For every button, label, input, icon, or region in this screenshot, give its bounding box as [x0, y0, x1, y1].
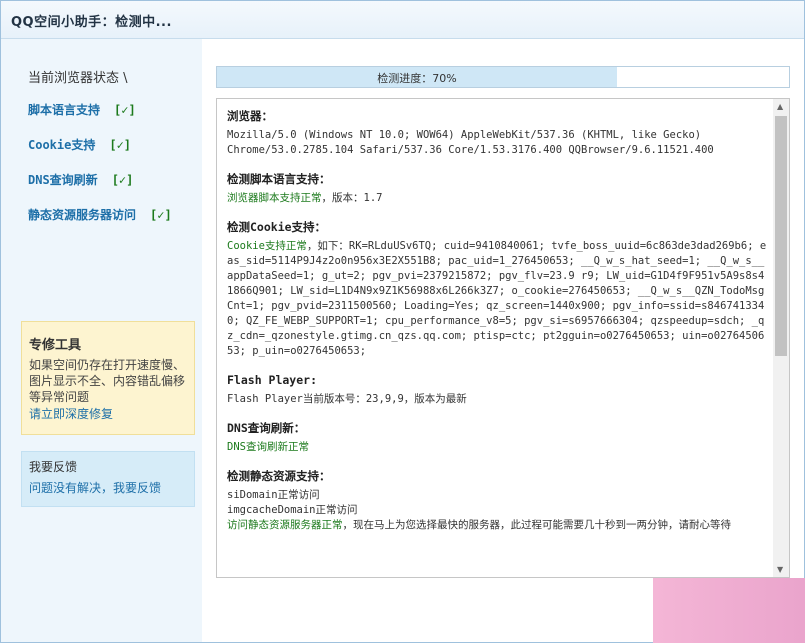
sidebar-item-cookie: Cookie支持 [✓] [28, 136, 131, 153]
deep-repair-link[interactable]: 请立即深度修复 [29, 405, 113, 422]
check-icon: [✓] [150, 208, 172, 222]
check-icon: [✓] [109, 138, 132, 152]
sidebar-header: 当前浏览器状态 \ [28, 71, 128, 86]
static-result: 访问静态资源服务器正常，现在马上为您选择最快的服务器，此过程可能需要几十秒到一两… [227, 518, 767, 533]
browser-heading: 浏览器： [227, 109, 273, 123]
static-line: siDomain正常访问 [227, 489, 320, 501]
sidebar-item-label: 静态资源服务器访问 [28, 208, 137, 222]
report-panel: 浏览器： Mozilla/5.0 (Windows NT 10.0; WOW64… [216, 98, 790, 578]
static-ok-text: 访问静态资源服务器正常 [227, 519, 343, 531]
static-line: imgcacheDomain正常访问 [227, 504, 358, 516]
cookie-values-text: ，如下：RK=RLduUSv6TQ; cuid=9410840061; tvfe… [227, 240, 767, 357]
dns-result: DNS查询刷新正常 [227, 441, 309, 453]
decorative-overlay [653, 578, 805, 643]
check-icon: [✓] [114, 103, 136, 117]
scrollbar-thumb[interactable] [775, 116, 787, 356]
repair-tools-box: 专修工具 如果空间仍存在打开速度慢、图片显示不全、内容错乱偏移等异常问题 请立即… [21, 321, 195, 435]
sidebar-item-label: DNS查询刷新 [28, 173, 98, 187]
flash-result: Flash Player当前版本号：23,9,9，版本为最新 [227, 393, 467, 405]
static-wait-text: ，现在马上为您选择最快的服务器，此过程可能需要几十秒到一两分钟，请耐心等待 [342, 519, 732, 531]
sidebar-item-static: 静态资源服务器访问 [✓] [28, 206, 172, 223]
cookie-ok-text: Cookie支持正常 [227, 240, 307, 252]
progress-label: 检测进度：70% [377, 72, 457, 85]
feedback-link[interactable]: 问题没有解决，我要反馈 [29, 479, 161, 496]
app-window: QQ空间小助手：检测中... 当前浏览器状态 \ 脚本语言支持 [✓] Cooki… [0, 0, 805, 643]
script-heading: 检测脚本语言支持： [227, 172, 331, 186]
dns-heading: DNS查询刷新： [227, 421, 306, 435]
script-result: 浏览器脚本支持正常，版本：1.7 [227, 191, 767, 206]
scroll-up-icon[interactable]: ▲ [777, 102, 783, 111]
feedback-box: 我要反馈 问题没有解决，我要反馈 [21, 451, 195, 507]
report-content: 浏览器： Mozilla/5.0 (Windows NT 10.0; WOW64… [227, 109, 767, 533]
user-agent-line: Mozilla/5.0 (Windows NT 10.0; WOW64) App… [227, 129, 702, 141]
cookie-heading: 检测Cookie支持： [227, 220, 327, 234]
script-version-text: ，版本：1.7 [321, 192, 383, 204]
progress-bar: 检测进度：70% [216, 66, 790, 88]
script-ok-text: 浏览器脚本支持正常 [227, 192, 322, 204]
sidebar: 当前浏览器状态 \ 脚本语言支持 [✓] Cookie支持 [✓] DNS查询刷新 [… [1, 39, 202, 642]
feedback-title: 我要反馈 [29, 460, 78, 474]
scroll-down-icon[interactable]: ▼ [777, 565, 783, 574]
sidebar-item-dns: DNS查询刷新 [✓] [28, 171, 133, 188]
repair-tools-desc: 如果空间仍存在打开速度慢、图片显示不全、内容错乱偏移等异常问题 [29, 358, 186, 404]
vertical-scrollbar[interactable]: ▲ ▼ [773, 99, 789, 577]
sidebar-item-label: 脚本语言支持 [28, 103, 101, 117]
flash-heading: Flash Player: [227, 373, 318, 387]
window-title: QQ空间小助手：检测中... [11, 15, 172, 30]
repair-tools-title: 专修工具 [29, 338, 82, 353]
static-heading: 检测静态资源支持： [227, 469, 331, 483]
title-bar: QQ空间小助手：检测中... [1, 1, 804, 39]
cookie-result: Cookie支持正常，如下：RK=RLduUSv6TQ; cuid=941084… [227, 239, 767, 359]
sidebar-item-script: 脚本语言支持 [✓] [28, 101, 136, 118]
check-icon: [✓] [111, 173, 134, 187]
sidebar-item-label: Cookie支持 [28, 138, 96, 152]
user-agent-line: Chrome/53.0.2785.104 Safari/537.36 Core/… [227, 144, 714, 156]
